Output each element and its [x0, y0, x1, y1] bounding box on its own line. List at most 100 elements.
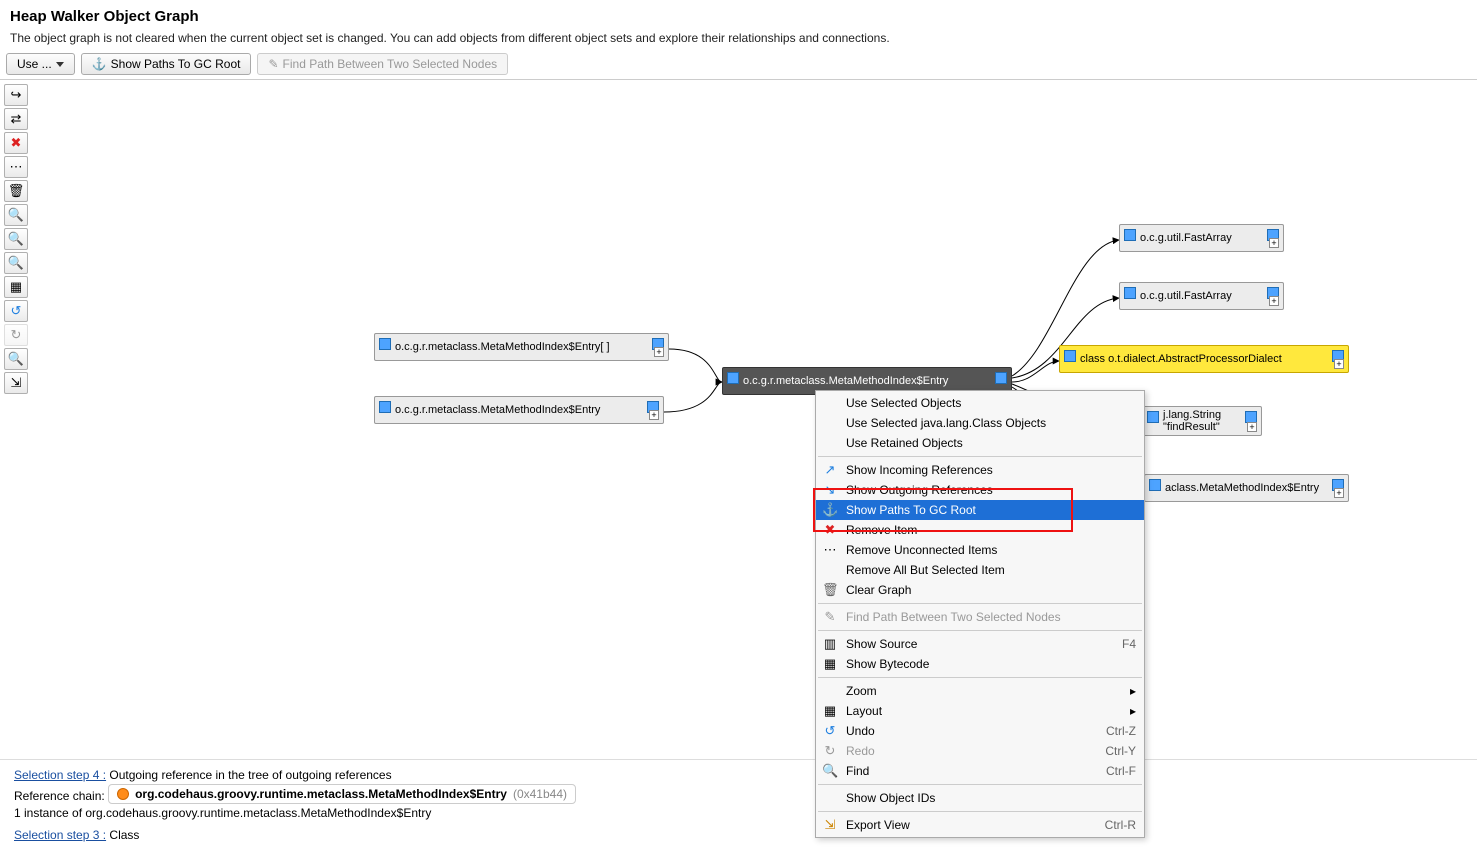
use-dropdown[interactable]: Use ... [6, 53, 75, 75]
expand-icon[interactable]: + [1334, 359, 1344, 369]
node-label: o.c.g.util.FastArray [1140, 232, 1232, 244]
bytecode-icon: ▦ [822, 656, 838, 672]
expand-icon[interactable]: + [1334, 488, 1344, 498]
node-icon [379, 338, 391, 350]
node-label: o.c.g.r.metaclass.MetaMethodIndex$Entry[… [395, 341, 610, 353]
menu-remove-all-but[interactable]: Remove All But Selected Item [816, 560, 1144, 580]
find-path-button: ✎ Find Path Between Two Selected Nodes [257, 53, 508, 75]
use-label: Use ... [17, 57, 52, 71]
expand-icon[interactable]: + [649, 410, 659, 420]
menu-export-view[interactable]: ⇲Export ViewCtrl-R [816, 815, 1144, 835]
expand-icon[interactable]: + [1269, 296, 1279, 306]
reference-chain-hex: (0x41b44) [513, 787, 567, 801]
graph-node[interactable]: o.c.g.r.metaclass.MetaMethodIndex$Entry[… [374, 333, 669, 361]
remove-icon[interactable]: ✖ [4, 132, 28, 154]
zoom-fit-icon[interactable]: 🔍 [4, 252, 28, 274]
node-icon [1147, 411, 1159, 423]
redo-icon: ↻ [822, 743, 838, 759]
graph-node[interactable]: j.lang.String "findResult" + [1142, 406, 1262, 436]
node-label2: "findResult" [1163, 421, 1221, 433]
outgoing-icon[interactable]: ⇄ [4, 108, 28, 130]
anchor-icon: ⚓ [92, 57, 107, 71]
trash-icon[interactable]: 🗑 [4, 180, 28, 202]
undo-icon: ↺ [822, 723, 838, 739]
page-description: The object graph is not cleared when the… [10, 31, 1467, 45]
source-icon: ▥ [822, 636, 838, 652]
pencil-icon: ✎ [268, 57, 278, 71]
graph-node[interactable]: aclass.MetaMethodIndex$Entry + [1144, 474, 1349, 502]
expand-icon[interactable]: + [1247, 422, 1257, 432]
node-icon [379, 401, 391, 413]
graph-node[interactable]: o.c.g.util.FastArray + [1119, 224, 1284, 252]
menu-find-path: ✎Find Path Between Two Selected Nodes [816, 607, 1144, 627]
zoom-out-icon[interactable]: 🔍 [4, 228, 28, 250]
graph-node[interactable]: o.c.g.r.metaclass.MetaMethodIndex$Entry … [374, 396, 664, 424]
more-icon[interactable]: ⋯ [4, 156, 28, 178]
zoom-in-icon[interactable]: 🔍 [4, 204, 28, 226]
menu-clear-graph[interactable]: 🗑Clear Graph [816, 580, 1144, 600]
node-icon [1245, 411, 1257, 423]
export-icon: ⇲ [822, 817, 838, 833]
selection-step-3-text: Class [109, 828, 139, 842]
node-icon [1124, 229, 1136, 241]
reference-chain-label: Reference chain: [14, 789, 105, 803]
node-label: class o.t.dialect.AbstractProcessorDiale… [1080, 353, 1282, 365]
node-icon [1124, 287, 1136, 299]
page-title: Heap Walker Object Graph [10, 8, 1467, 25]
show-paths-gc-root-button[interactable]: ⚓ Show Paths To GC Root [81, 53, 252, 75]
chevron-right-icon: ▸ [1130, 704, 1136, 718]
menu-show-paths-gc-root[interactable]: ⚓Show Paths To GC Root [816, 500, 1144, 520]
menu-zoom[interactable]: Zoom▸ [816, 681, 1144, 701]
graph-node[interactable]: o.c.g.util.FastArray + [1119, 282, 1284, 310]
node-icon [1149, 479, 1161, 491]
menu-separator [818, 603, 1142, 604]
instance-text: 1 instance of org.codehaus.groovy.runtim… [14, 806, 1463, 820]
menu-layout[interactable]: ▦Layout▸ [816, 701, 1144, 721]
menu-separator [818, 630, 1142, 631]
side-toolbar: ↪ ⇄ ✖ ⋯ 🗑 🔍 🔍 🔍 ▦ ↺ ↻ 🔍 ⇲ [4, 84, 30, 394]
remove-icon: ✖ [822, 522, 838, 538]
node-label: j.lang.String [1163, 409, 1221, 421]
selection-step-3-link[interactable]: Selection step 3 : [14, 828, 106, 842]
selection-step-4-link[interactable]: Selection step 4 : [14, 768, 106, 782]
trash-icon: 🗑 [822, 582, 838, 598]
grid-icon[interactable]: ▦ [4, 276, 28, 298]
reference-chain-chip[interactable]: org.codehaus.groovy.runtime.metaclass.Me… [108, 784, 576, 804]
outgoing-icon: ↘ [822, 482, 838, 498]
menu-undo[interactable]: ↺UndoCtrl-Z [816, 721, 1144, 741]
chevron-right-icon: ▸ [1130, 684, 1136, 698]
show-paths-label: Show Paths To GC Root [111, 57, 241, 71]
menu-use-retained[interactable]: Use Retained Objects [816, 433, 1144, 453]
menu-remove-item[interactable]: ✖Remove Item [816, 520, 1144, 540]
layout-icon: ▦ [822, 703, 838, 719]
pencil-icon: ✎ [822, 609, 838, 625]
remove-unconnected-icon: ⋯ [822, 542, 838, 558]
expand-icon[interactable]: + [654, 347, 664, 357]
menu-show-outgoing[interactable]: ↘Show Outgoing References [816, 480, 1144, 500]
menu-remove-unconnected[interactable]: ⋯Remove Unconnected Items [816, 540, 1144, 560]
menu-find[interactable]: 🔍FindCtrl-F [816, 761, 1144, 781]
find-icon[interactable]: 🔍 [4, 348, 28, 370]
graph-canvas[interactable]: o.c.g.r.metaclass.MetaMethodIndex$Entry[… [34, 80, 1477, 699]
menu-separator [818, 811, 1142, 812]
menu-show-bytecode[interactable]: ▦Show Bytecode [816, 654, 1144, 674]
incoming-icon[interactable]: ↪ [4, 84, 28, 106]
node-label: o.c.g.r.metaclass.MetaMethodIndex$Entry [395, 404, 600, 416]
top-toolbar: Use ... ⚓ Show Paths To GC Root ✎ Find P… [0, 49, 1477, 79]
menu-use-selected[interactable]: Use Selected Objects [816, 393, 1144, 413]
menu-show-incoming[interactable]: ↗Show Incoming References [816, 460, 1144, 480]
menu-use-selected-class[interactable]: Use Selected java.lang.Class Objects [816, 413, 1144, 433]
menu-redo: ↻RedoCtrl-Y [816, 741, 1144, 761]
context-menu: Use Selected Objects Use Selected java.l… [815, 390, 1145, 838]
node-label: aclass.MetaMethodIndex$Entry [1165, 482, 1319, 494]
footer: Selection step 4 : Outgoing reference in… [0, 759, 1477, 850]
graph-node-highlight[interactable]: class o.t.dialect.AbstractProcessorDiale… [1059, 345, 1349, 373]
menu-show-source[interactable]: ▥Show SourceF4 [816, 634, 1144, 654]
menu-separator [818, 456, 1142, 457]
undo-icon[interactable]: ↺ [4, 300, 28, 322]
export-icon[interactable]: ⇲ [4, 372, 28, 394]
menu-separator [818, 677, 1142, 678]
chevron-down-icon [56, 62, 64, 67]
expand-icon[interactable]: + [1269, 238, 1279, 248]
menu-show-object-ids[interactable]: Show Object IDs [816, 788, 1144, 808]
